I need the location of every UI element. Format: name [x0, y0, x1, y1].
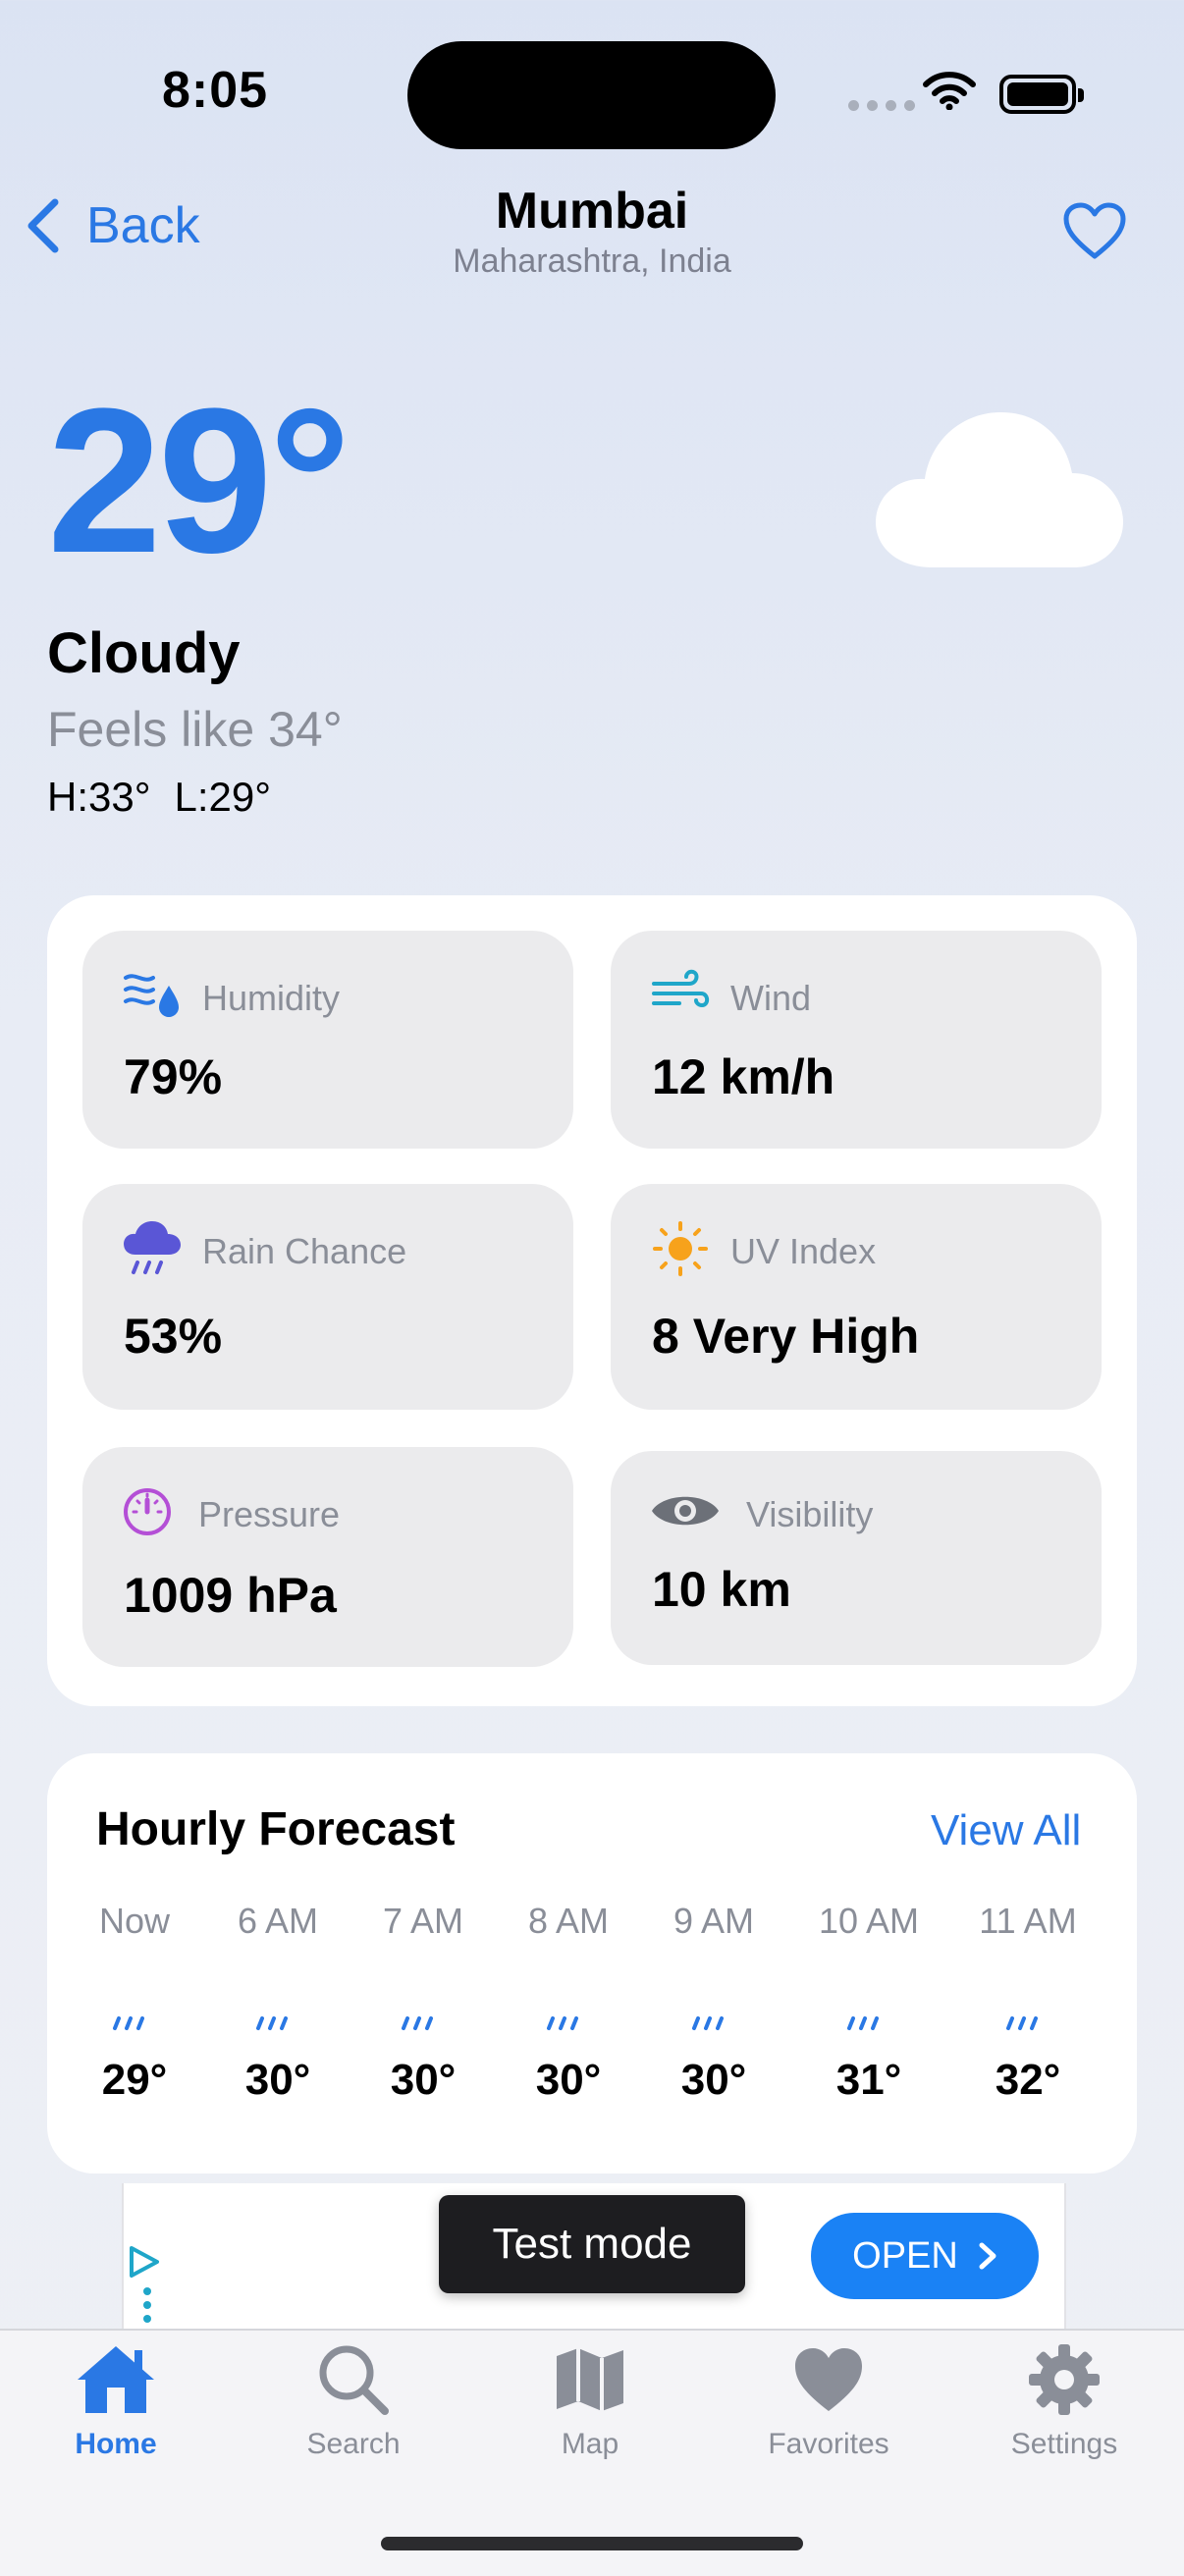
metric-tile-visibility: Visibility 10 km	[611, 1451, 1102, 1665]
hour-label: 7 AM	[382, 1901, 464, 1941]
rain-icon	[815, 1967, 923, 2046]
feels-like-text: Feels like 34°	[47, 702, 343, 757]
hour-label: 6 AM	[237, 1901, 319, 1941]
sun-icon	[650, 1219, 711, 1283]
tab-label: Settings	[1010, 2428, 1118, 2460]
ad-open-label: OPEN	[852, 2234, 958, 2277]
cloud-icon	[874, 402, 1125, 574]
hour-temp: 31°	[835, 2056, 902, 2104]
metric-tile-wind: Wind 12 km/h	[611, 931, 1102, 1149]
gear-icon	[1029, 2344, 1100, 2415]
region-subtitle: Maharashtra, India	[453, 242, 731, 280]
tab-home[interactable]: Home	[18, 2342, 214, 2461]
wind-icon	[650, 966, 711, 1024]
hour-temp: 30°	[535, 2056, 602, 2104]
chevron-right-icon	[979, 2242, 996, 2270]
eye-icon	[650, 1486, 721, 1540]
test-mode-badge: Test mode	[439, 2195, 745, 2293]
house-icon	[78, 2346, 154, 2413]
metric-value: 8 Very High	[652, 1309, 920, 1364]
dynamic-island	[407, 41, 776, 149]
hourly-item: 9 AM 30°	[660, 1901, 768, 2105]
metric-label: Wind	[730, 978, 812, 1018]
tab-map[interactable]: Map	[492, 2342, 688, 2461]
hour-temp: 30°	[680, 2056, 747, 2104]
hour-temp: 29°	[101, 2056, 168, 2104]
metric-tile-humidity: Humidity 79%	[82, 931, 573, 1149]
hourly-item: 10 AM 31°	[815, 1901, 923, 2105]
high-low-text: H:33° L:29°	[47, 774, 295, 821]
tab-favorites[interactable]: Favorites	[730, 2342, 927, 2461]
hourly-item: 8 AM 30°	[514, 1901, 622, 2105]
metric-value: 53%	[124, 1309, 223, 1364]
gauge-icon	[122, 1482, 183, 1546]
metric-tile-uv-index: UV Index 8 Very High	[611, 1184, 1102, 1410]
status-time: 8:05	[162, 62, 269, 119]
hour-label: Now	[98, 1901, 171, 1941]
cellular-signal-icon	[848, 100, 915, 111]
hour-label: 9 AM	[673, 1901, 755, 1941]
ad-menu-icon[interactable]	[143, 2287, 151, 2323]
current-temperature: 29°	[47, 365, 351, 596]
metric-value: 10 km	[652, 1562, 791, 1617]
tab-label: Map	[561, 2428, 619, 2460]
metric-value: 79%	[124, 1049, 223, 1104]
view-all-link[interactable]: View All	[931, 1806, 1081, 1855]
hour-temp: 32°	[995, 2056, 1061, 2104]
metric-value: 1009 hPa	[124, 1568, 337, 1623]
hour-label: 10 AM	[818, 1901, 920, 1941]
humidity-icon	[122, 966, 183, 1024]
hourly-item: Now 29°	[81, 1901, 188, 2105]
hourly-item: 11 AM 32°	[974, 1901, 1082, 2105]
hourly-item: 6 AM 30°	[224, 1901, 332, 2105]
metrics-card: Humidity 79% Wind 12 km/h Rain Chance 53…	[47, 895, 1137, 1706]
hour-label: 11 AM	[979, 1901, 1077, 1941]
magnifier-icon	[319, 2345, 389, 2415]
rain-icon	[224, 1967, 332, 2046]
hour-temp: 30°	[390, 2056, 457, 2104]
heart-icon	[795, 2348, 862, 2411]
metric-label: UV Index	[730, 1231, 877, 1271]
rain-cloud-icon	[122, 1219, 183, 1283]
ad-open-button[interactable]: OPEN	[811, 2213, 1039, 2299]
condition-text: Cloudy	[47, 621, 241, 685]
tab-label: Favorites	[768, 2428, 889, 2460]
city-title: Mumbai	[495, 183, 689, 240]
metric-tile-pressure: Pressure 1009 hPa	[82, 1447, 573, 1667]
metric-label: Rain Chance	[202, 1231, 407, 1271]
favorite-button[interactable]	[1062, 201, 1127, 265]
metric-label: Pressure	[198, 1494, 341, 1534]
hourly-item: 7 AM 30°	[369, 1901, 477, 2105]
rain-icon	[369, 1967, 477, 2046]
metric-tile-rain-chance: Rain Chance 53%	[82, 1184, 573, 1410]
low-temp: L:29°	[174, 774, 272, 820]
hour-temp: 30°	[244, 2056, 311, 2104]
rain-icon	[514, 1967, 622, 2046]
wifi-icon	[923, 71, 976, 115]
tab-settings[interactable]: Settings	[966, 2342, 1162, 2461]
metric-label: Visibility	[746, 1494, 874, 1534]
metric-label: Humidity	[202, 978, 341, 1018]
metric-value: 12 km/h	[652, 1049, 835, 1104]
map-icon	[557, 2348, 623, 2411]
high-temp: H:33°	[47, 774, 151, 820]
ad-choices-icon[interactable]	[128, 2244, 161, 2284]
tab-search[interactable]: Search	[255, 2342, 452, 2461]
tab-label: Home	[75, 2428, 157, 2460]
rain-icon	[974, 1967, 1082, 2046]
rain-icon	[81, 1967, 188, 2046]
hourly-forecast-title: Hourly Forecast	[96, 1803, 456, 1855]
tab-label: Search	[306, 2428, 401, 2460]
rain-icon	[660, 1967, 768, 2046]
battery-icon	[999, 75, 1084, 114]
home-indicator[interactable]	[381, 2537, 803, 2550]
heart-outline-icon	[1063, 202, 1126, 259]
hour-label: 8 AM	[527, 1901, 610, 1941]
